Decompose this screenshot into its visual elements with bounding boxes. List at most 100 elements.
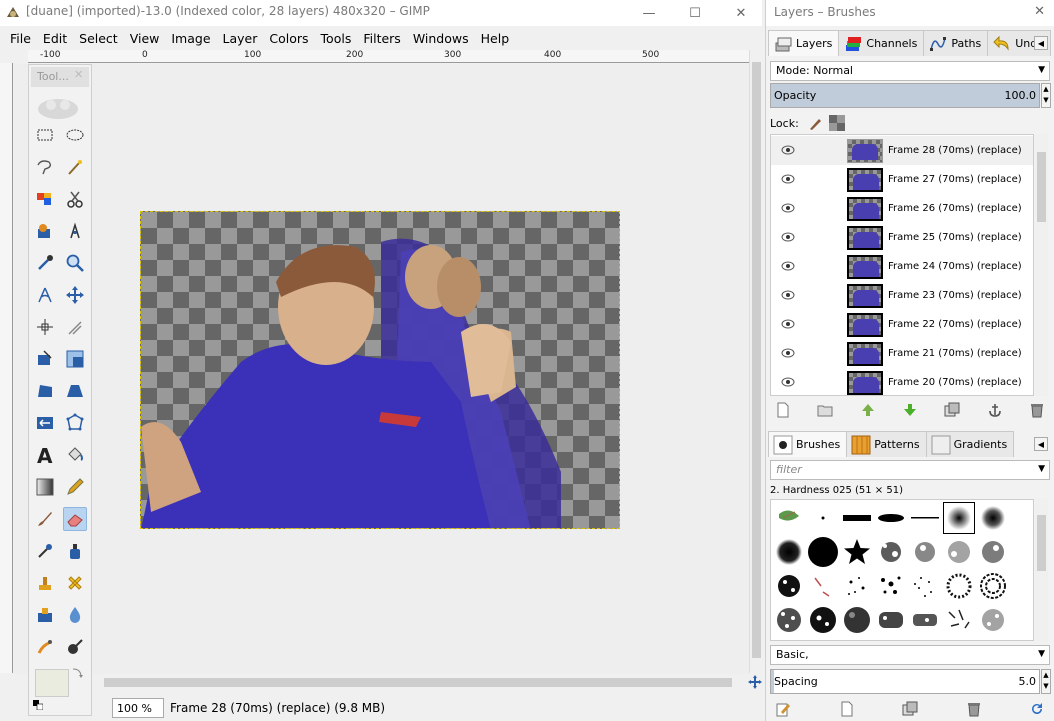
brush-item[interactable] <box>773 536 805 568</box>
layer-row[interactable]: Frame 25 (70ms) (replace) <box>771 223 1033 252</box>
brush-item[interactable] <box>875 536 907 568</box>
eraser-tool[interactable] <box>63 507 87 531</box>
layer-row[interactable]: Frame 24 (70ms) (replace) <box>771 252 1033 281</box>
layers-scrollbar[interactable] <box>1035 134 1048 396</box>
layers-list[interactable]: Frame 28 (70ms) (replace) Frame 27 (70ms… <box>770 134 1034 396</box>
spacing-slider[interactable]: Spacing 5.0 <box>770 669 1040 694</box>
brush-scrollbar[interactable] <box>1035 499 1048 641</box>
brush-item[interactable] <box>841 570 873 602</box>
menu-select[interactable]: Select <box>73 31 124 46</box>
brush-item[interactable] <box>807 604 839 636</box>
brush-filter-input[interactable]: filter ▼ <box>770 460 1050 480</box>
brush-grid[interactable] <box>770 499 1034 641</box>
blur-tool[interactable] <box>63 603 87 627</box>
menu-colors[interactable]: Colors <box>263 31 314 46</box>
mode-select[interactable]: Mode: Normal ▼ <box>770 61 1050 81</box>
brush-item[interactable] <box>909 502 941 534</box>
zoom-tool[interactable] <box>63 251 87 275</box>
brush-item[interactable] <box>909 570 941 602</box>
color-picker-tool[interactable] <box>33 251 57 275</box>
unified-transform-tool[interactable] <box>33 347 57 371</box>
new-brush-button[interactable] <box>836 700 858 718</box>
vertical-ruler[interactable] <box>0 63 13 673</box>
ruler-corner[interactable] <box>0 50 28 63</box>
free-select-tool[interactable] <box>33 155 57 179</box>
visibility-eye-icon[interactable] <box>781 202 795 214</box>
image-canvas[interactable] <box>140 211 620 529</box>
brushes-panel-menu-icon[interactable]: ◀ <box>1034 437 1048 451</box>
menu-help[interactable]: Help <box>475 31 516 46</box>
scissors-select-tool[interactable] <box>63 187 87 211</box>
visibility-eye-icon[interactable] <box>781 173 795 185</box>
scale-tool[interactable] <box>63 347 87 371</box>
clone-tool[interactable] <box>33 571 57 595</box>
lock-pixels-icon[interactable] <box>807 115 823 131</box>
perspective-tool[interactable] <box>33 379 57 403</box>
brush-item[interactable] <box>943 604 975 636</box>
layer-row[interactable]: Frame 21 (70ms) (replace) <box>771 339 1033 368</box>
brush-item[interactable] <box>875 604 907 636</box>
delete-brush-button[interactable] <box>963 700 985 718</box>
brush-item[interactable] <box>807 536 839 568</box>
opacity-slider[interactable]: Opacity 100.0 <box>770 83 1040 108</box>
brush-item-selected[interactable] <box>943 502 975 534</box>
fuzzy-select-tool[interactable] <box>63 155 87 179</box>
spacing-spinner[interactable]: ▲ ▼ <box>1041 669 1051 694</box>
layers-panel-menu-icon[interactable]: ◀ <box>1034 36 1048 50</box>
swap-colors-icon[interactable] <box>71 667 83 679</box>
cage-tool[interactable] <box>63 411 87 435</box>
brush-item[interactable] <box>875 570 907 602</box>
menu-windows[interactable]: Windows <box>407 31 475 46</box>
paths-tool[interactable] <box>63 219 87 243</box>
paintbrush-tool[interactable] <box>33 507 57 531</box>
duplicate-brush-button[interactable] <box>899 700 921 718</box>
move-tool[interactable] <box>63 283 87 307</box>
brush-item[interactable] <box>773 502 805 534</box>
align-tool[interactable] <box>33 315 57 339</box>
minimize-button[interactable]: — <box>626 0 672 26</box>
brush-item[interactable] <box>841 604 873 636</box>
airbrush-tool[interactable] <box>33 539 57 563</box>
scroll-thumb[interactable] <box>752 62 761 658</box>
tab-layers[interactable]: Layers <box>768 30 840 56</box>
brush-item[interactable] <box>875 502 907 534</box>
tab-patterns[interactable]: Patterns <box>846 431 927 457</box>
foreground-select-tool[interactable] <box>33 219 57 243</box>
foreground-color-swatch[interactable] <box>35 669 69 697</box>
menu-image[interactable]: Image <box>165 31 216 46</box>
visibility-eye-icon[interactable] <box>781 260 795 272</box>
brush-item[interactable] <box>943 536 975 568</box>
brush-item[interactable] <box>807 570 839 602</box>
tab-paths[interactable]: Paths <box>923 30 989 56</box>
flip-tool[interactable] <box>33 411 57 435</box>
zoom-select[interactable]: 100 % <box>112 698 164 718</box>
text-tool[interactable]: A <box>33 443 57 467</box>
visibility-eye-icon[interactable] <box>781 289 795 301</box>
brush-item[interactable] <box>977 604 1009 636</box>
brush-item[interactable] <box>841 536 873 568</box>
brush-item[interactable] <box>943 570 975 602</box>
refresh-brushes-button[interactable] <box>1026 700 1048 718</box>
visibility-eye-icon[interactable] <box>781 144 795 156</box>
scroll-thumb[interactable] <box>1037 515 1046 571</box>
gradient-tool[interactable] <box>33 475 57 499</box>
rect-select-tool[interactable] <box>33 123 57 147</box>
menu-edit[interactable]: Edit <box>37 31 73 46</box>
maximize-button[interactable]: ☐ <box>672 0 718 26</box>
menu-file[interactable]: File <box>4 31 37 46</box>
ink-tool[interactable] <box>63 539 87 563</box>
bucket-fill-tool[interactable] <box>63 443 87 467</box>
shear-tool[interactable] <box>63 379 87 403</box>
brush-item[interactable] <box>909 604 941 636</box>
tab-brushes[interactable]: Brushes <box>768 431 848 457</box>
perspective-clone-tool[interactable] <box>33 603 57 627</box>
dock-close-button[interactable]: ✕ <box>1034 4 1045 19</box>
raise-layer-button[interactable] <box>857 401 879 419</box>
default-colors-icon[interactable] <box>33 699 44 711</box>
measure-tool[interactable] <box>33 283 57 307</box>
ellipse-select-tool[interactable] <box>63 123 87 147</box>
visibility-eye-icon[interactable] <box>781 376 795 388</box>
toolbox-close-icon[interactable]: ✕ <box>74 68 83 81</box>
lower-layer-button[interactable] <box>899 401 921 419</box>
tab-channels[interactable]: Channels <box>838 30 925 56</box>
